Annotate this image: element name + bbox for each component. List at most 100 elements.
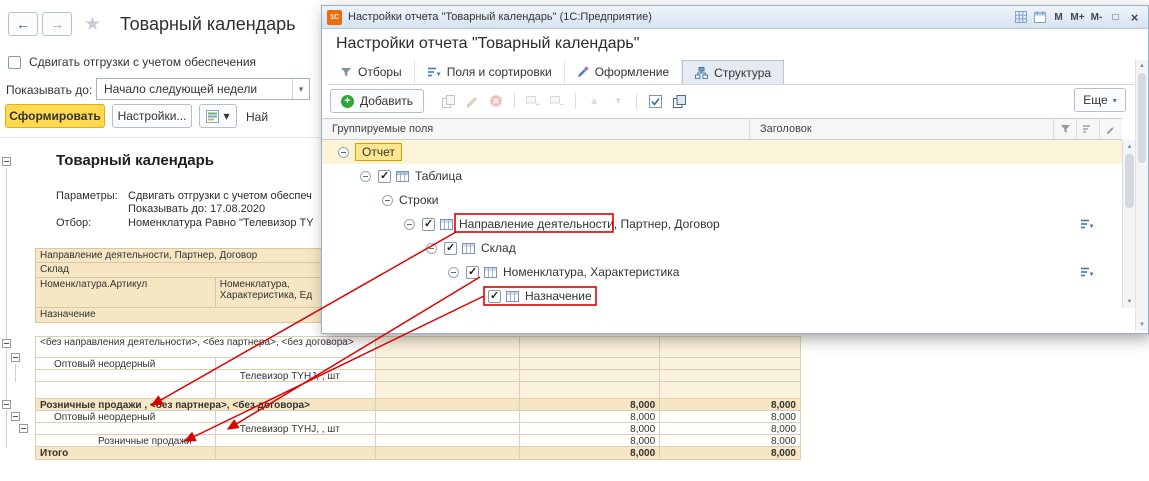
report-table-row[interactable]: Оптовый неордерный 8,000 8,000 xyxy=(35,411,801,423)
filter-label: Отбор: xyxy=(56,217,92,229)
form-scrollbar[interactable]: ▲ ▼ xyxy=(1135,60,1148,331)
tree-label-table[interactable]: Таблица xyxy=(415,169,462,183)
collapse-icon[interactable] xyxy=(360,170,371,182)
collapse-icon[interactable] xyxy=(382,194,393,206)
report-group-expander[interactable] xyxy=(2,157,11,166)
tree-scrollbar[interactable]: ▲ ▼ xyxy=(1122,140,1136,308)
favorite-star-icon[interactable]: ★ xyxy=(84,13,101,36)
tab-filters[interactable]: Отборы xyxy=(328,60,415,84)
fields-sort-icon xyxy=(427,66,441,78)
scrollbar-thumb[interactable] xyxy=(1138,73,1146,163)
report-table-row[interactable]: Телевизор TYHJ, , шт xyxy=(35,370,801,382)
tree-row-table[interactable]: Таблица xyxy=(322,164,1122,188)
move-down-button[interactable]: ▼ xyxy=(606,90,630,112)
scrollbar-thumb[interactable] xyxy=(1125,154,1134,208)
tree-label-report[interactable]: Отчет xyxy=(355,143,402,161)
param-line-2: Показывать до: 17.08.2020 xyxy=(128,203,266,215)
dialog-titlebar[interactable]: 1С Настройки отчета "Товарный календарь"… xyxy=(322,6,1148,29)
edit-pencil-button[interactable] xyxy=(460,90,484,112)
row-checkbox[interactable] xyxy=(444,241,457,255)
report-group-expander[interactable] xyxy=(2,400,11,409)
toggle-usage-checkbox-button[interactable] xyxy=(643,90,667,112)
row-label: <без направления деятельности>, <без пар… xyxy=(36,337,376,357)
tree-row-warehouse[interactable]: Склад xyxy=(322,236,1122,260)
ungroup-button[interactable] xyxy=(545,90,569,112)
more-button[interactable]: Еще ▾ xyxy=(1074,88,1126,112)
collapse-icon[interactable] xyxy=(426,242,437,254)
column-header-sort-icon[interactable] xyxy=(1077,119,1100,139)
tab-appearance[interactable]: Оформление xyxy=(565,60,683,84)
row-label: Оптовый неордерный xyxy=(36,411,216,422)
report-table-row[interactable]: <без направления деятельности>, <без пар… xyxy=(35,336,801,358)
tree-label-warehouse[interactable]: Склад xyxy=(481,241,516,255)
delete-button[interactable] xyxy=(484,90,508,112)
memory-m-minus-button[interactable]: М- xyxy=(1087,9,1106,26)
tree-label-rows[interactable]: Строки xyxy=(399,193,438,207)
filter-funnel-icon xyxy=(340,67,352,78)
collapse-icon[interactable] xyxy=(448,266,459,278)
appearance-brush-icon xyxy=(577,66,589,78)
report-group-expander[interactable] xyxy=(19,424,28,433)
report-table-row[interactable]: Телевизор TYHJ, , шт 8,000 8,000 xyxy=(35,423,801,435)
combo-caret-icon[interactable]: ▾ xyxy=(292,79,309,99)
report-group-expander[interactable] xyxy=(11,412,20,421)
memory-m-plus-button[interactable]: М+ xyxy=(1068,9,1087,26)
report-group-expander[interactable] xyxy=(11,353,20,362)
forward-button[interactable]: → xyxy=(42,12,72,36)
report-group-expander[interactable] xyxy=(2,339,11,348)
settings-button[interactable]: Настройки... xyxy=(112,104,192,128)
column-header-fields[interactable]: Группируемые поля xyxy=(322,119,750,139)
report-table-row[interactable]: Розничные продажи 8,000 8,000 xyxy=(35,435,801,447)
group-button[interactable] xyxy=(521,90,545,112)
column-header-title[interactable]: Заголовок xyxy=(750,119,1054,139)
row-sort-icon[interactable] xyxy=(1080,266,1094,278)
find-button[interactable]: Най xyxy=(246,110,268,124)
report-table-row[interactable]: Оптовый неордерный xyxy=(35,358,801,370)
scroll-up-icon[interactable]: ▲ xyxy=(1136,60,1148,72)
grid-icon[interactable] xyxy=(1011,9,1030,26)
calendar-icon[interactable] xyxy=(1030,9,1049,26)
row-checkbox[interactable] xyxy=(422,217,435,231)
column-header-appearance-icon[interactable] xyxy=(1100,119,1122,139)
show-until-combo[interactable]: Начало следующей недели ▾ xyxy=(96,78,310,100)
report-total-row[interactable]: Итого 8,000 8,000 xyxy=(35,447,801,460)
row-sort-icon[interactable] xyxy=(1080,218,1094,230)
memory-m-button[interactable]: М xyxy=(1049,9,1068,26)
report-table-row[interactable]: Розничные продажи , <без партнера>, <без… xyxy=(35,399,801,411)
move-up-button[interactable]: ▲ xyxy=(582,90,606,112)
tree-row-business-line[interactable]: Направление деятельности, Партнер, Догов… xyxy=(322,212,1122,236)
group-field-icon xyxy=(440,218,453,230)
forward-arrow-icon: → xyxy=(50,16,64,32)
dialog-toolbar: + Добавить ▲ ▼ xyxy=(330,88,1078,114)
column-header-filter-icon[interactable] xyxy=(1054,119,1077,139)
tree-row-purpose[interactable]: Назначение xyxy=(322,284,1122,308)
tree-label-nomenclature[interactable]: Номенклатура, Характеристика xyxy=(503,265,679,279)
maximize-button[interactable]: □ xyxy=(1106,9,1125,26)
tree-row-rows[interactable]: Строки xyxy=(322,188,1122,212)
tree-row-nomenclature[interactable]: Номенклатура, Характеристика xyxy=(322,260,1122,284)
report-table-row[interactable] xyxy=(35,382,801,399)
tree-label-business-line[interactable]: Направление деятельности, Партнер, Догов… xyxy=(459,217,720,231)
row-checkbox[interactable] xyxy=(378,169,391,183)
duplicate-settings-button[interactable] xyxy=(667,90,691,112)
tree-row-report[interactable]: Отчет xyxy=(322,140,1122,164)
tree-label-purpose[interactable]: Назначение xyxy=(525,289,592,303)
report-variants-button[interactable]: ▾ xyxy=(199,104,237,128)
collapse-icon[interactable] xyxy=(338,146,349,158)
collapse-icon[interactable] xyxy=(404,218,415,230)
rail-line xyxy=(6,410,7,448)
row-checkbox[interactable] xyxy=(466,265,479,279)
rail-line xyxy=(6,168,7,400)
scroll-down-icon[interactable]: ▼ xyxy=(1136,319,1148,331)
copy-button[interactable] xyxy=(436,90,460,112)
close-button[interactable]: × xyxy=(1125,9,1144,26)
add-button[interactable]: + Добавить xyxy=(330,89,425,113)
report-title: Товарный календарь xyxy=(56,152,214,169)
tab-fields-sorting[interactable]: Поля и сортировки xyxy=(415,60,565,84)
row-checkbox[interactable] xyxy=(488,289,501,303)
row-label: Телевизор TYHJ, , шт xyxy=(216,370,376,381)
shift-checkbox[interactable] xyxy=(8,55,21,69)
tab-structure[interactable]: Структура xyxy=(682,60,785,84)
generate-button[interactable]: Сформировать xyxy=(5,104,105,128)
back-button[interactable]: ← xyxy=(8,12,38,36)
